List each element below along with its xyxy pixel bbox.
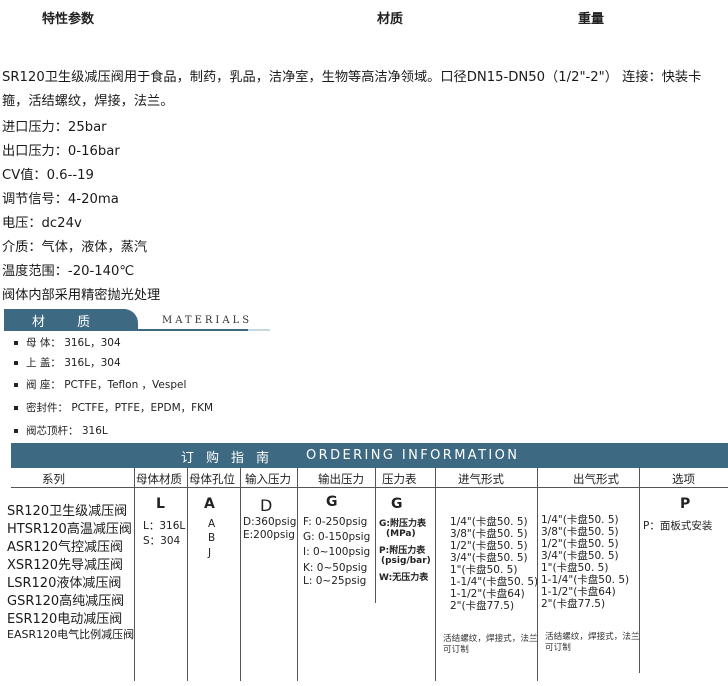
option-code: P xyxy=(680,496,691,512)
output-pressure-option: L: 0~25psig xyxy=(303,575,367,587)
gauge-option: G:附压力表 xyxy=(379,519,426,529)
materials-underline xyxy=(4,329,248,331)
output-pressure-code: G xyxy=(326,494,338,510)
outlet-option: 2"(卡盘77.5) xyxy=(541,598,606,610)
bullet-icon xyxy=(14,383,18,387)
gauge-option: W:无压力表 xyxy=(379,573,429,583)
material-value: 316L，304 xyxy=(64,337,121,349)
gauge-code: G xyxy=(391,496,403,512)
body-material-code: L xyxy=(156,496,165,512)
series-item: ASR120气控减压阀 xyxy=(7,540,123,555)
col-header-output-pressure: 输出压力 xyxy=(318,472,364,486)
series-item: XSR120先导减压阀 xyxy=(7,558,124,573)
spec-signal: 调节信号：4-20ma xyxy=(2,192,119,207)
spec-polish: 阀体内部采用精密抛光处理 xyxy=(2,288,161,303)
col-header-gauge: 压力表 xyxy=(382,472,417,486)
ordering-title-zh: 订购指南 xyxy=(181,451,282,466)
materials-title-en: MATERIALS xyxy=(162,315,253,326)
bullet-icon xyxy=(14,361,18,365)
col-header-series: 系列 xyxy=(42,472,65,486)
spec-inlet-pressure: 进口压力：25bar xyxy=(2,120,107,135)
material-item: 母 体： 316L，304 xyxy=(14,335,121,350)
material-label: 上 盖： xyxy=(26,357,61,369)
header-specs: 特性参数 xyxy=(42,12,95,27)
materials-underline-fade xyxy=(248,329,270,331)
col-header-body-port: 母体孔位 xyxy=(189,472,235,486)
gauge-option: (psig/bar) xyxy=(381,556,431,566)
input-pressure-option: E:200psig xyxy=(243,529,295,541)
description-line-1: SR120卫生级减压阀用于食品，制药，乳品，洁净室，生物等高洁净领域。口径DN1… xyxy=(2,70,702,85)
table-divider xyxy=(187,468,188,681)
series-item: EASR120电气比例减压阀 xyxy=(7,628,135,641)
description-line-2: 箍，活结螺纹，焊接，法兰。 xyxy=(2,94,174,109)
materials-title: 材 质 xyxy=(32,315,105,330)
spec-outlet-pressure: 出口压力：0-16bar xyxy=(2,144,120,159)
body-material-option: L：316L xyxy=(143,520,186,532)
table-divider xyxy=(134,468,135,681)
bullet-icon xyxy=(14,406,18,410)
series-item: SR120卫生级减压阀 xyxy=(7,504,128,519)
material-item: 阀芯顶杆： 316L xyxy=(14,423,108,438)
materials-banner: 材 质 xyxy=(4,309,138,331)
gauge-option: (MPa) xyxy=(386,529,416,539)
body-port-option: J xyxy=(208,547,212,559)
header-material: 材质 xyxy=(377,12,404,27)
material-label: 母 体： xyxy=(26,337,61,349)
body-material-option: S：304 xyxy=(143,535,181,547)
inlet-note: 活结螺纹，焊接式，法兰可订制 xyxy=(443,634,538,655)
body-port-option: A xyxy=(208,518,216,530)
material-label: 密封件： xyxy=(26,402,68,414)
col-header-inlet: 进气形式 xyxy=(458,472,504,486)
spec-medium: 介质：气体，液体，蒸汽 xyxy=(2,240,148,255)
col-header-outlet: 出气形式 xyxy=(573,472,619,486)
body-port-code: A xyxy=(204,496,215,512)
series-item: GSR120高纯减压阀 xyxy=(7,594,125,609)
col-header-body-material: 母体材质 xyxy=(136,472,182,486)
product-description: SR120卫生级减压阀用于食品，制药，乳品，洁净室，生物等高洁净领域。口径DN1… xyxy=(2,66,726,114)
inlet-option: 2"(卡盘77.5) xyxy=(450,600,515,612)
spec-voltage: 电压：dc24v xyxy=(2,216,82,231)
material-item: 阀 座： PCTFE，Teflon ，Vespel xyxy=(14,377,186,392)
header-weight: 重量 xyxy=(578,12,605,27)
bullet-icon xyxy=(14,341,18,345)
bullet-icon xyxy=(14,429,18,433)
output-pressure-option: G: 0-150psig xyxy=(303,531,371,543)
table-divider xyxy=(435,468,436,681)
option-item: P：面板式安装 xyxy=(643,520,713,532)
material-label: 阀芯顶杆： xyxy=(26,425,79,437)
series-item: LSR120液体减压阀 xyxy=(7,576,122,591)
table-divider xyxy=(240,468,241,681)
material-value: PCTFE，Teflon ，Vespel xyxy=(64,379,187,391)
table-divider xyxy=(375,468,376,603)
gauge-option: P:附压力表 xyxy=(379,546,426,556)
input-pressure-code: D xyxy=(260,496,273,515)
output-pressure-option: F: 0-250psig xyxy=(303,516,368,528)
spec-temperature: 温度范围：-20-140℃ xyxy=(2,264,135,279)
ordering-banner: 订购指南 ORDERING INFORMATION xyxy=(11,443,728,468)
input-pressure-option: D:360psig xyxy=(243,516,297,528)
col-header-option: 选项 xyxy=(672,472,695,486)
series-item: HTSR120高温减压阀 xyxy=(7,522,132,537)
material-value: 316L，304 xyxy=(64,357,121,369)
output-pressure-option: K: 0~50psig xyxy=(303,562,368,574)
table-divider xyxy=(297,468,298,681)
material-value: PCTFE，PTFE，EPDM，FKM xyxy=(71,402,214,414)
material-item: 上 盖： 316L，304 xyxy=(14,355,121,370)
material-label: 阀 座： xyxy=(26,379,61,391)
outlet-note: 活结螺纹，焊接式，法兰可订制 xyxy=(545,632,640,653)
body-port-option: B xyxy=(208,532,216,544)
ordering-title-en: ORDERING INFORMATION xyxy=(306,448,520,463)
col-header-input-pressure: 输入压力 xyxy=(245,472,291,486)
spec-cv-value: CV值：0.6--19 xyxy=(2,168,94,183)
output-pressure-option: I: 0~100psig xyxy=(303,546,371,558)
material-value: 316L xyxy=(81,425,108,437)
series-item: ESR120电动减压阀 xyxy=(7,612,123,627)
table-header-rule xyxy=(11,487,728,488)
material-item: 密封件： PCTFE，PTFE，EPDM，FKM xyxy=(14,400,213,415)
